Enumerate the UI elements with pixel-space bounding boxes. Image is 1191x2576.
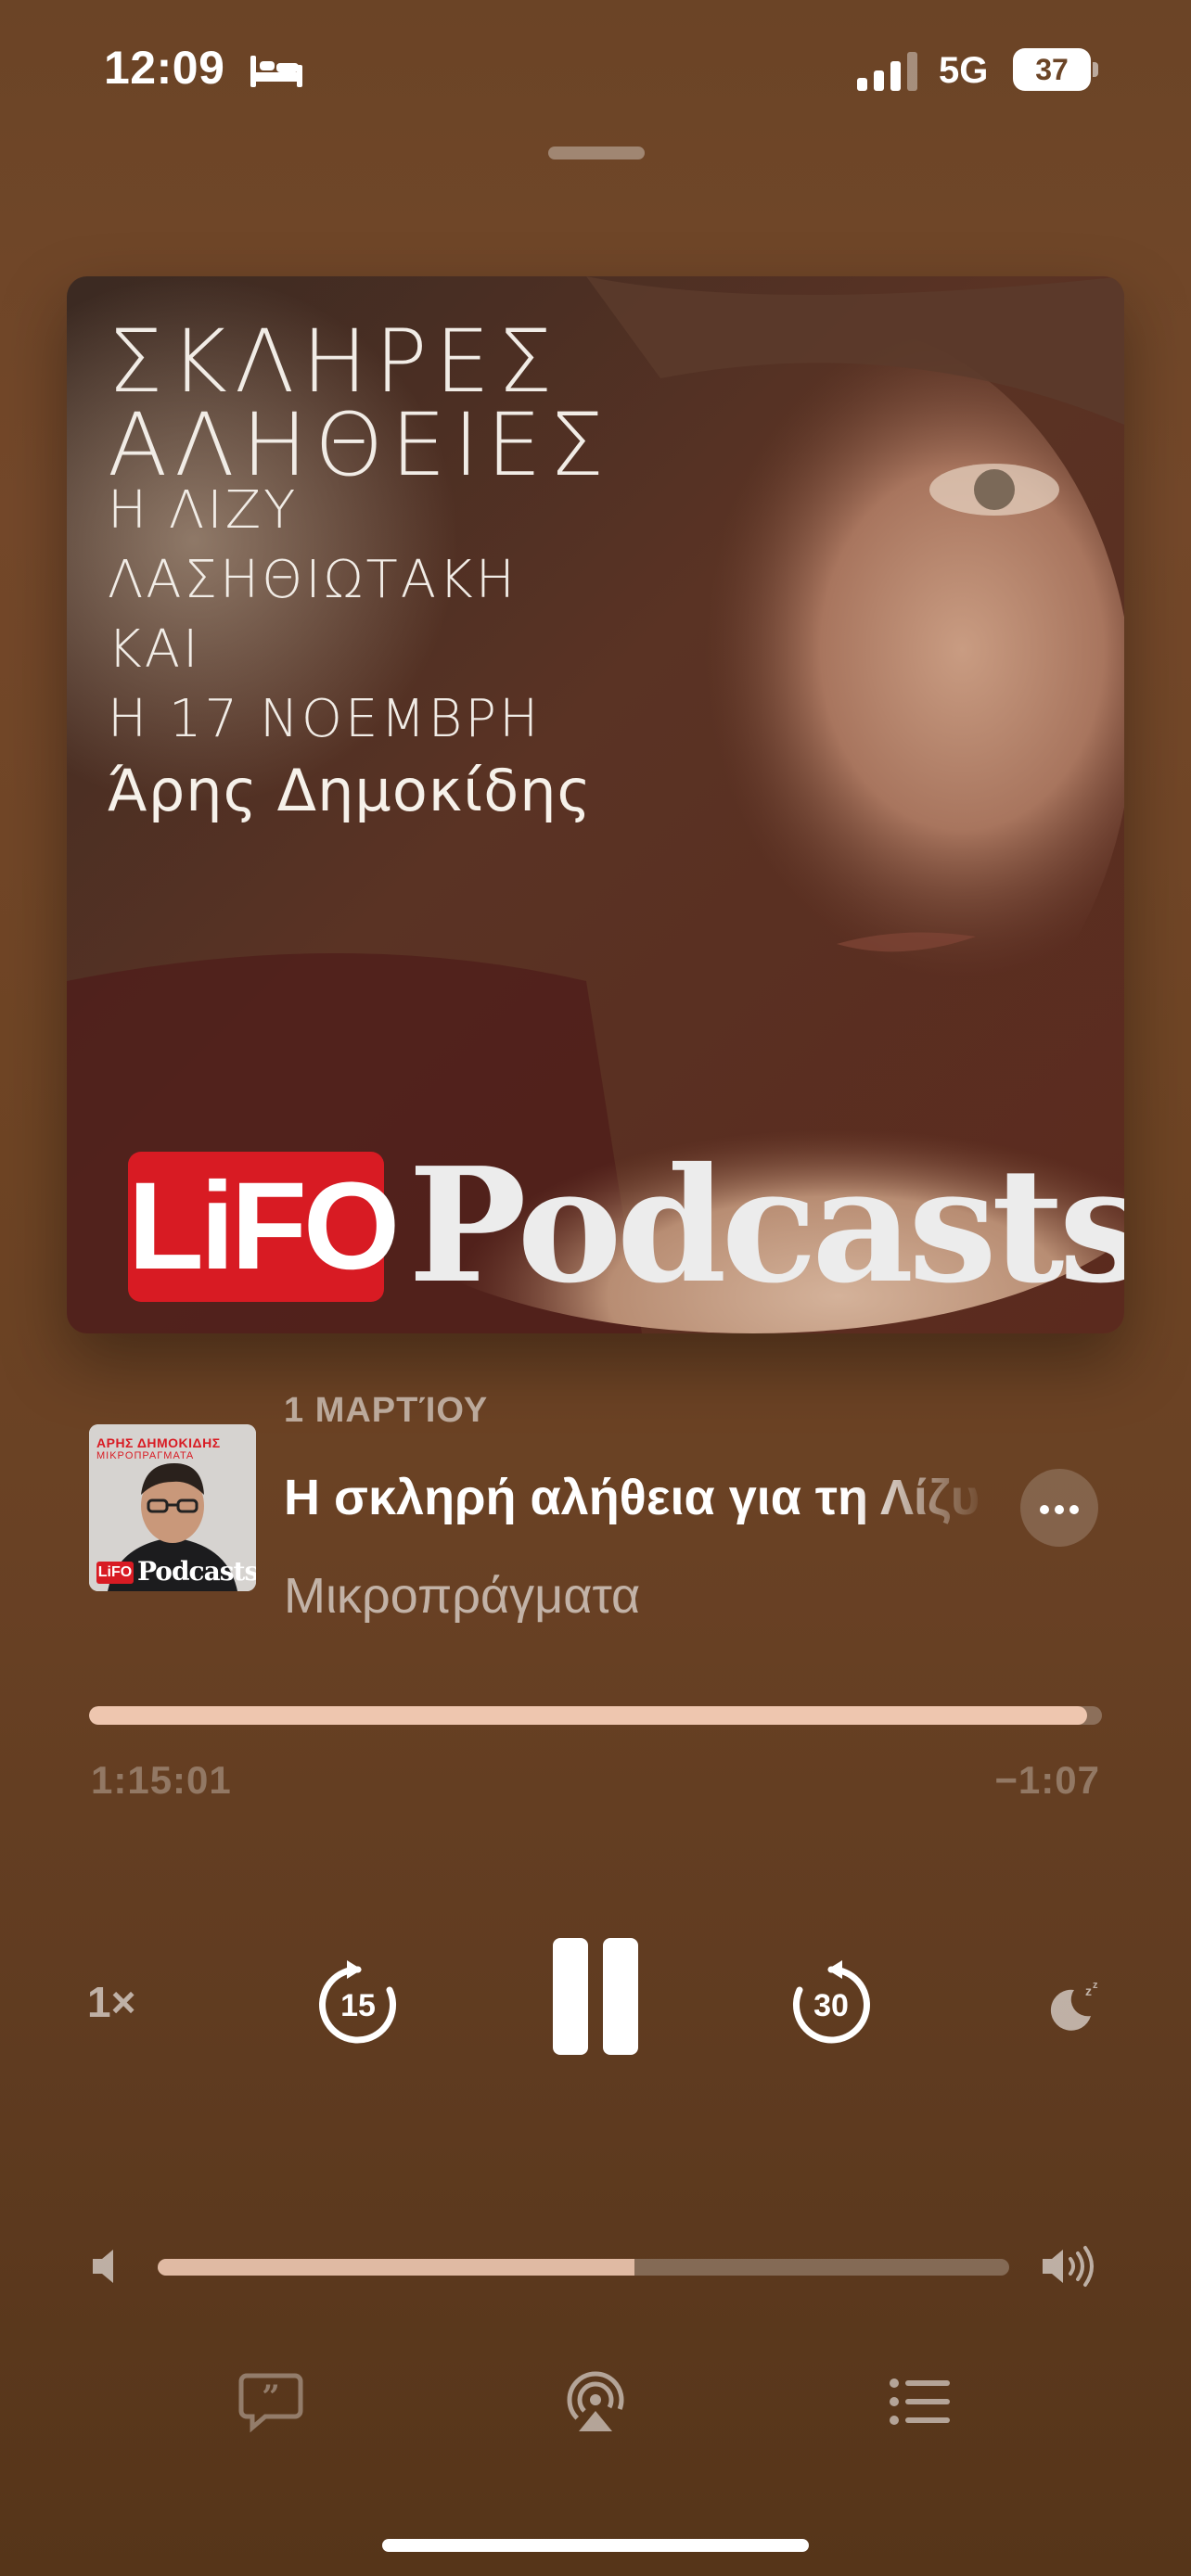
artwork-subtitle-line-3: ΚΑΙ: [108, 619, 201, 680]
playback-scrubber[interactable]: [89, 1706, 1102, 1725]
status-bar: 12:09 5G 37: [0, 0, 1191, 139]
playback-speed-button[interactable]: 1×: [87, 1977, 135, 2027]
skip-back-icon: 15: [319, 1960, 397, 2044]
episode-title: Η σκληρή αλήθεια για τη Λίζυ Λασηθιωτάκη…: [284, 1470, 989, 1525]
thumbnail-author: ΑΡΗΣ ΔΗΜΟΚΙΔΗΣ: [96, 1435, 221, 1450]
show-thumbnail[interactable]: ΑΡΗΣ ΔΗΜΟΚΙΔΗΣ ΜΙΚΡΟΠΡΑΓΜΑΤΑ LiFO Podcas…: [89, 1424, 256, 1591]
artwork-subtitle-line-1: Η ΛΙΖΥ: [108, 480, 299, 541]
artwork-title: ΣΚΛΗΡΕΣ ΑΛΗΘΕΙΕΣ: [108, 312, 612, 496]
artwork-title-line-2: ΑΛΗΘΕΙΕΣ: [108, 395, 612, 496]
more-options-button[interactable]: [1020, 1469, 1098, 1547]
skip-forward-icon: 30: [792, 1960, 870, 2044]
artwork-author: Άρης Δημοκίδης: [108, 757, 592, 824]
ellipsis-dot-2: [1055, 1505, 1064, 1514]
pause-bar-right: [603, 1938, 638, 2055]
lifo-logo: LiFO: [128, 1152, 400, 1302]
svg-text:”: ”: [262, 2378, 280, 2416]
skip-back-seconds: 15: [340, 1988, 376, 2023]
skip-back-button[interactable]: 15: [312, 1957, 404, 2049]
episode-title-marquee[interactable]: Η σκληρή αλήθεια για τη Λίζυ Λασηθιωτάκη…: [284, 1465, 989, 1530]
volume-low-icon: [93, 2250, 113, 2283]
sleep-focus-bed-icon: [250, 56, 302, 87]
list-icon[interactable]: [887, 2370, 954, 2433]
cellular-signal-icon: [857, 52, 917, 91]
thumbnail-show: ΜΙΚΡΟΠΡΑΓΜΑΤΑ: [96, 1450, 195, 1461]
volume-slider-fill: [158, 2259, 635, 2276]
playback-progress-fill: [89, 1706, 1087, 1725]
show-name-link[interactable]: Μικροπράγματα: [284, 1567, 640, 1625]
quote-bubble-icon[interactable]: ”: [237, 2370, 304, 2433]
battery-indicator: 37: [1013, 48, 1098, 91]
pause-button[interactable]: [547, 1938, 644, 2055]
airplay-audio-icon[interactable]: [562, 2370, 629, 2433]
ellipsis-dot-3: [1069, 1505, 1079, 1514]
skip-forward-seconds: 30: [813, 1988, 849, 2023]
ellipsis-dot-1: [1040, 1505, 1049, 1514]
skip-forward-button[interactable]: 30: [785, 1957, 877, 2049]
battery-level: 37: [1035, 53, 1069, 86]
thumbnail-podcasts-wordmark: Podcasts: [137, 1556, 256, 1587]
home-indicator[interactable]: [382, 2539, 809, 2552]
artwork-title-line-1: ΣΚΛΗΡΕΣ: [108, 312, 560, 413]
thumbnail-lifo-logo: LiFO: [96, 1562, 134, 1584]
volume-slider[interactable]: [158, 2259, 1009, 2276]
episode-artwork: ΣΚΛΗΡΕΣ ΑΛΗΘΕΙΕΣ Η ΛΙΖΥ ΛΑΣΗΘΙΩΤΑΚΗ ΚΑΙ …: [67, 276, 1124, 1333]
status-time: 12:09: [104, 42, 225, 94]
remaining-time: −1:07: [994, 1758, 1100, 1802]
network-type: 5G: [939, 50, 989, 91]
artwork-subtitle-line-2: ΛΑΣΗΘΙΩΤΑΚΗ: [108, 550, 518, 610]
volume-high-icon: [1043, 2246, 1094, 2287]
sleep-timer-moon-icon[interactable]: z z: [1046, 1977, 1102, 2033]
svg-text:z: z: [1085, 1983, 1092, 1998]
podcasts-wordmark: Podcasts: [408, 1133, 1124, 1319]
sheet-grabber[interactable]: [548, 147, 645, 159]
svg-text:z: z: [1093, 1980, 1098, 1991]
elapsed-time: 1:15:01: [91, 1758, 232, 1802]
battery-cap: [1093, 62, 1098, 77]
pause-bar-left: [553, 1938, 588, 2055]
artwork-subtitle-line-4: Η 17 ΝΟΕΜΒΡΗ: [108, 689, 542, 749]
episode-date: 1 ΜΑΡΤΊΟΥ: [284, 1391, 489, 1430]
